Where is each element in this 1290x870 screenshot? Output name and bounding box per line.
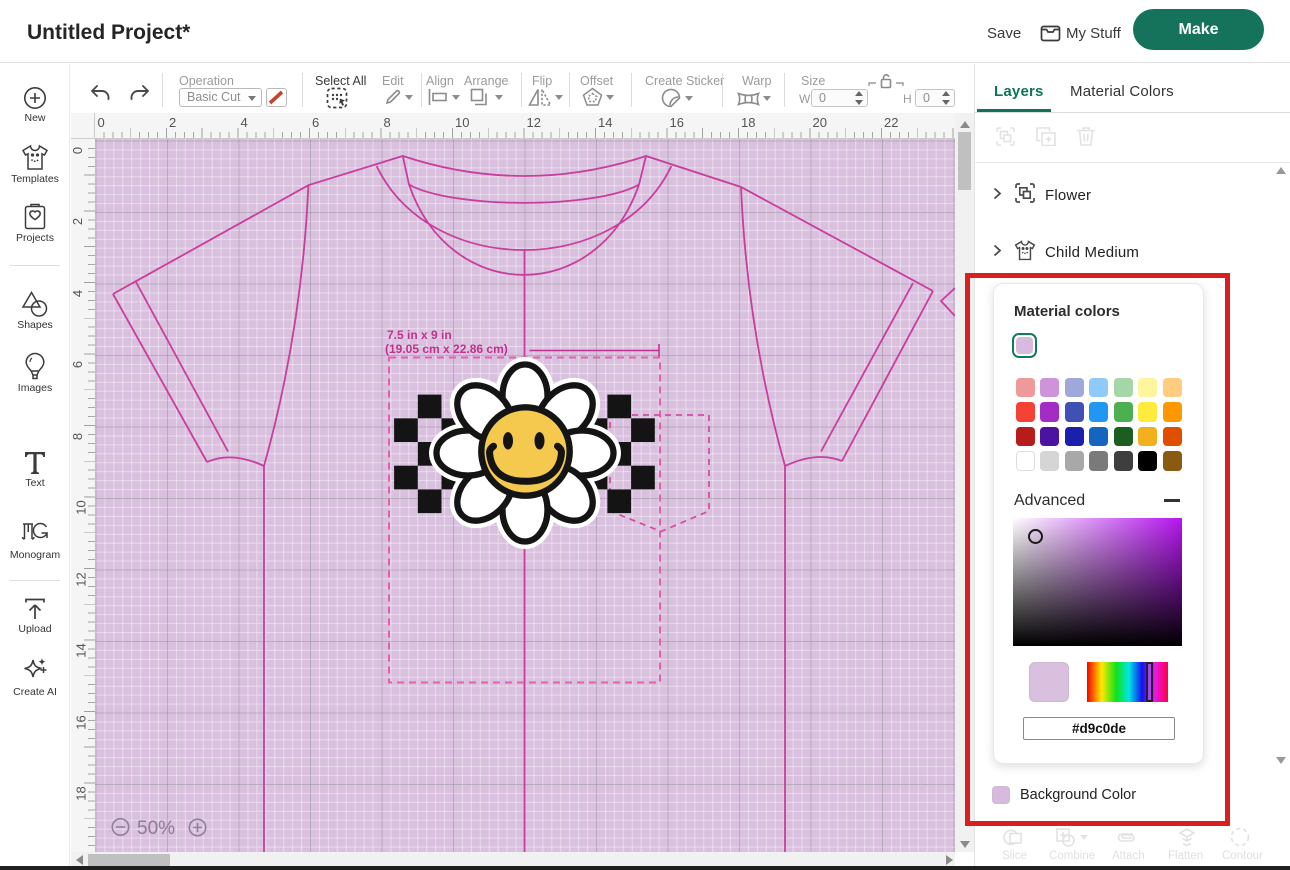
svg-text:7.5 in x 9 in: 7.5 in x 9 in	[387, 328, 452, 342]
svg-text:(19.05 cm x 22.86 cm): (19.05 cm x 22.86 cm)	[385, 342, 508, 356]
svg-text:50%: 50%	[137, 818, 175, 839]
